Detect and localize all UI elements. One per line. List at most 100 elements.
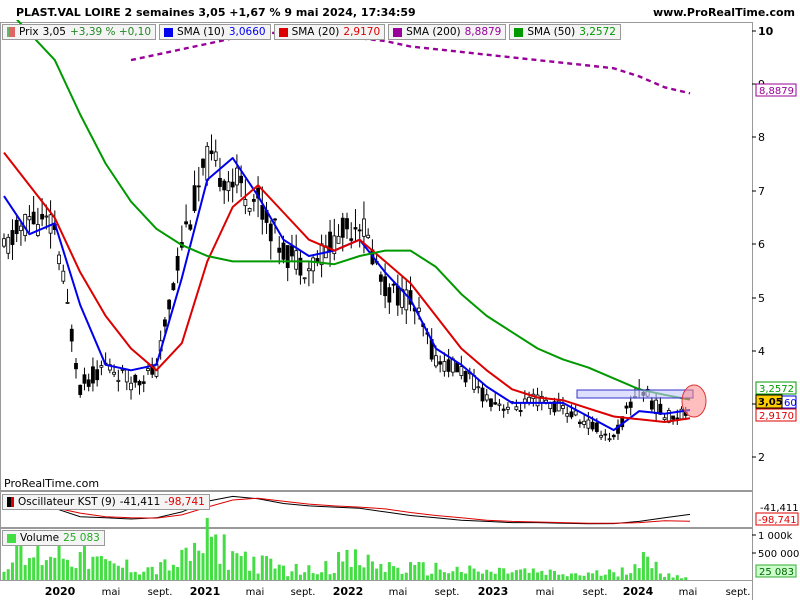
candle-body [247, 208, 252, 212]
candle-body [27, 216, 32, 221]
candle-body [285, 245, 290, 269]
time-tick: mai [246, 587, 265, 598]
candle-body [480, 387, 485, 402]
candle-body [268, 223, 273, 242]
volume-bar [493, 573, 497, 580]
volume-bar [239, 556, 243, 580]
candle-body [514, 406, 519, 411]
candle-body [201, 158, 205, 168]
volume-bar [44, 560, 48, 580]
candle-body [434, 355, 438, 367]
price-icon [7, 27, 15, 37]
volume-bar [95, 556, 99, 580]
candle-body [188, 224, 193, 230]
volume-bar [506, 573, 510, 580]
candle-body [501, 408, 506, 411]
candle-body [611, 434, 616, 438]
volume-bar [464, 573, 468, 580]
volume-label: Volume [20, 532, 60, 544]
volume-bar [171, 564, 175, 580]
volume-bar [87, 569, 91, 580]
volume-legend[interactable]: Volume 25 083 [2, 530, 105, 546]
candle-body [391, 283, 396, 286]
legend-value: 8,8879 [464, 26, 502, 38]
candle-body [353, 227, 358, 230]
volume-bar [392, 566, 396, 580]
candle-body [506, 406, 510, 410]
legend-item-sma200[interactable]: SMA (200) 8,8879 [388, 24, 507, 40]
volume-bar [328, 574, 332, 580]
legend-item-sma50[interactable]: SMA (50) 3,2572 [509, 24, 621, 40]
volume-bar [582, 575, 586, 580]
price-chart[interactable]: PLAST.VAL LOIRE 2 semaines 3,05 +1,67 % … [0, 0, 800, 600]
candle-body [86, 379, 91, 387]
volume-bar [514, 570, 518, 580]
legend-value: 3,05 [42, 26, 66, 38]
candle-body [69, 328, 74, 342]
candle-body [141, 381, 146, 384]
volume-bar [163, 559, 167, 580]
volume-bar [497, 567, 501, 580]
volume-bar [616, 576, 620, 580]
candle-body [590, 421, 595, 430]
candle-body [78, 384, 83, 395]
volume-bar [608, 569, 612, 580]
volume-bar [459, 571, 463, 580]
volume-bar [379, 563, 383, 580]
candle-body [31, 211, 36, 225]
kst-legend[interactable]: Oscillateur KST (9) -41,411 -98,741 [2, 494, 210, 510]
highlight-ellipse[interactable] [681, 384, 707, 418]
volume-bar [184, 547, 188, 580]
volume-bar [383, 572, 387, 580]
volume-bar [430, 573, 434, 580]
sma20-line[interactable] [3, 151, 691, 423]
legend-item-sma20[interactable]: SMA (20) 2,9170 [273, 24, 386, 40]
volume-tick: 500 000 [758, 549, 799, 560]
volume-bar [231, 551, 235, 580]
volume-bar [612, 572, 616, 580]
price-tick: 10 [758, 25, 774, 38]
legend-item-sma10[interactable]: SMA (10) 3,0660 [159, 24, 271, 40]
candle-body [273, 218, 277, 221]
volume-bar [472, 568, 476, 580]
volume-bar [404, 572, 408, 580]
candle-body [192, 185, 197, 211]
volume-bar [421, 562, 425, 580]
candle-body [277, 247, 282, 253]
candle-body [306, 268, 311, 272]
volume-bar [286, 576, 290, 580]
volume-bar [197, 550, 201, 580]
sma200-line[interactable] [130, 31, 691, 95]
site-url[interactable]: www.ProRealTime.com [653, 6, 795, 19]
chart-window: PLAST.VAL LOIRE 2 semaines 3,05 +1,67 % … [0, 0, 800, 600]
volume-bar [637, 568, 641, 580]
candle-body [184, 221, 188, 225]
volume-bar [586, 572, 590, 580]
watermark: ProRealTime.com [4, 477, 99, 490]
candle-body [209, 150, 214, 155]
volume-bar [447, 573, 451, 580]
volume-bar [70, 566, 74, 580]
candle-body [311, 257, 316, 272]
volume-current: 25 083 [759, 567, 794, 578]
kst-icon [7, 497, 14, 507]
time-axis: 2020 mai sept. 2021 mai sept. 2022 mai s… [45, 585, 751, 598]
legend-label: Prix [19, 26, 39, 38]
volume-bar [519, 569, 523, 580]
volume-bar [345, 549, 349, 580]
volume-bar [320, 572, 324, 580]
legend-item-price[interactable]: Prix 3,05 +3,39 % +0,10 [2, 24, 157, 40]
candle-body [6, 236, 11, 254]
time-tick: sept. [583, 587, 608, 598]
candle-body [455, 362, 459, 373]
volume-bar [641, 552, 645, 580]
sma10-line[interactable] [3, 157, 691, 432]
candle-body [213, 151, 218, 161]
support-zone-box[interactable] [576, 389, 694, 399]
candle-body [61, 270, 66, 282]
candle-body [290, 245, 294, 257]
volume-bar [66, 559, 70, 580]
volume-bar [294, 563, 298, 580]
volume-bar [32, 557, 36, 580]
volume-bar [19, 546, 23, 580]
